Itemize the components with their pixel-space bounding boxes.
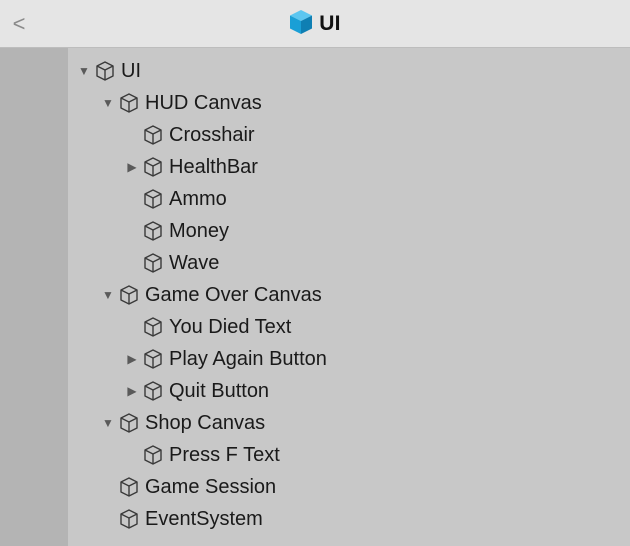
prefab-cube-icon xyxy=(289,9,313,40)
expand-arrow-icon[interactable]: ▼ xyxy=(100,95,116,111)
hierarchy-item-label[interactable]: HealthBar xyxy=(169,156,258,179)
gameobject-cube-icon xyxy=(142,220,164,242)
hierarchy-item-label[interactable]: Money xyxy=(169,220,229,243)
hierarchy-row[interactable]: Game Session xyxy=(68,471,630,503)
hierarchy-row[interactable]: Wave xyxy=(68,247,630,279)
collapse-arrow-icon[interactable]: ▶ xyxy=(124,351,140,367)
hierarchy-row[interactable]: ▶ Quit Button xyxy=(68,375,630,407)
hierarchy-item-label[interactable]: EventSystem xyxy=(145,508,263,531)
hierarchy-item-label[interactable]: Play Again Button xyxy=(169,348,327,371)
hierarchy-row[interactable]: ▶ HealthBar xyxy=(68,151,630,183)
hierarchy-row[interactable]: Press F Text xyxy=(68,439,630,471)
gameobject-cube-icon xyxy=(94,60,116,82)
gameobject-cube-icon xyxy=(118,476,140,498)
hierarchy-row[interactable]: ▶ Play Again Button xyxy=(68,343,630,375)
hierarchy-row[interactable]: Crosshair xyxy=(68,119,630,151)
collapse-arrow-icon[interactable]: ▶ xyxy=(124,383,140,399)
hierarchy-item-label[interactable]: Quit Button xyxy=(169,380,269,403)
prefab-header-bar: < UI xyxy=(0,0,630,48)
hierarchy-tree: ▼ UI ▼ HUD Canvas Crosshair ▶ HealthBar Ammo Mon… xyxy=(68,48,630,546)
expand-arrow-icon[interactable]: ▼ xyxy=(100,287,116,303)
hierarchy-row[interactable]: Money xyxy=(68,215,630,247)
collapse-arrow-icon[interactable]: ▶ xyxy=(124,159,140,175)
gameobject-cube-icon xyxy=(142,156,164,178)
gameobject-cube-icon xyxy=(142,252,164,274)
hierarchy-item-label[interactable]: Press F Text xyxy=(169,444,280,467)
hierarchy-item-label[interactable]: UI xyxy=(121,60,141,83)
hierarchy-row[interactable]: ▼ HUD Canvas xyxy=(68,87,630,119)
hierarchy-item-label[interactable]: Crosshair xyxy=(169,124,255,147)
gameobject-cube-icon xyxy=(118,284,140,306)
gameobject-cube-icon xyxy=(142,124,164,146)
gameobject-cube-icon xyxy=(118,412,140,434)
hierarchy-item-label[interactable]: Shop Canvas xyxy=(145,412,265,435)
gameobject-cube-icon xyxy=(142,380,164,402)
hierarchy-row[interactable]: You Died Text xyxy=(68,311,630,343)
hierarchy-row[interactable]: ▼ Game Over Canvas xyxy=(68,279,630,311)
gameobject-cube-icon xyxy=(118,92,140,114)
hierarchy-item-label[interactable]: HUD Canvas xyxy=(145,92,262,115)
hierarchy-item-label[interactable]: Ammo xyxy=(169,188,227,211)
hierarchy-row[interactable]: ▼ UI xyxy=(68,55,630,87)
gameobject-cube-icon xyxy=(142,316,164,338)
expand-arrow-icon[interactable]: ▼ xyxy=(76,63,92,79)
gameobject-cube-icon xyxy=(142,188,164,210)
gameobject-cube-icon xyxy=(142,348,164,370)
hierarchy-row[interactable]: Ammo xyxy=(68,183,630,215)
hierarchy-item-label[interactable]: Game Over Canvas xyxy=(145,284,322,307)
expand-arrow-icon[interactable]: ▼ xyxy=(100,415,116,431)
gameobject-cube-icon xyxy=(142,444,164,466)
hierarchy-item-label[interactable]: You Died Text xyxy=(169,316,291,339)
gameobject-cube-icon xyxy=(118,508,140,530)
hierarchy-row[interactable]: ▼ Shop Canvas xyxy=(68,407,630,439)
hierarchy-item-label[interactable]: Game Session xyxy=(145,476,276,499)
page-title: UI xyxy=(319,12,341,35)
hierarchy-item-label[interactable]: Wave xyxy=(169,252,219,275)
hierarchy-row[interactable]: EventSystem xyxy=(68,503,630,535)
hierarchy-gutter xyxy=(0,48,68,546)
prefab-title: UI xyxy=(0,0,630,48)
hierarchy-window: < UI ▼ UI ▼ HUD Canvas Crosshair ▶ HealthBar Am… xyxy=(0,0,630,546)
